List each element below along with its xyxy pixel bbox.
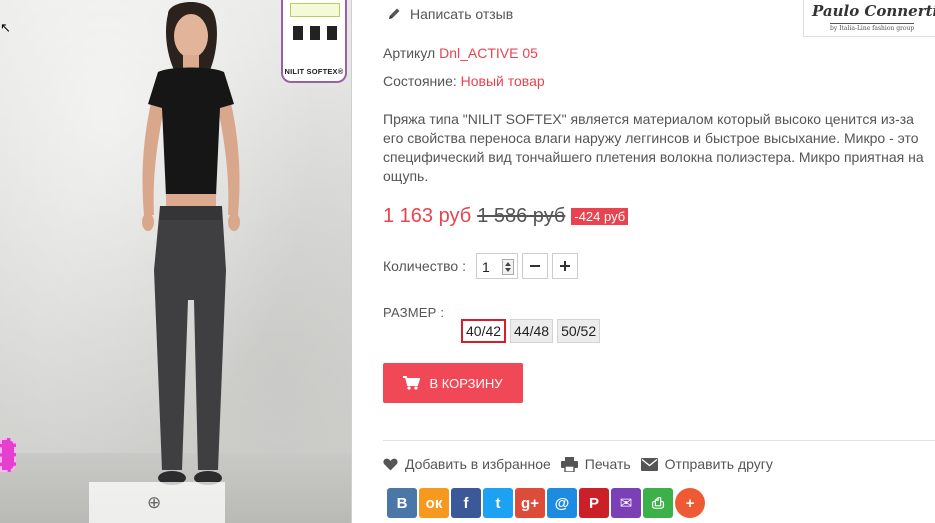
odnoklassniki-share-button[interactable]: ок (419, 488, 449, 518)
model-figure (142, 1, 240, 485)
condition-value: Новый товар (460, 73, 545, 89)
printer-icon (560, 456, 578, 472)
minus-icon (529, 265, 540, 267)
size-label: РАЗМЕР : (383, 305, 445, 320)
zoom-button[interactable]: ⊕ (89, 482, 225, 523)
add-to-cart-button[interactable]: В КОРЗИНУ (383, 363, 523, 403)
product-image[interactable]: NILIT SOFTEX® ⊕ ↖ (0, 0, 352, 523)
print-link[interactable]: Печать (560, 456, 631, 472)
print-icon: ⎙ (651, 494, 664, 512)
product-details: Написать отзыв Paulo Connerti by Italia-… (383, 0, 935, 523)
mail-ru-share-button[interactable]: @ (547, 488, 577, 518)
add-to-cart-label: В КОРЗИНУ (429, 375, 503, 391)
current-price: 1 163 руб (383, 205, 472, 227)
size-option[interactable]: 44/48 (510, 319, 554, 343)
article-value: Dnl_ACTIVE 05 (439, 45, 538, 61)
mouse-cursor-icon: ↖ (0, 20, 11, 35)
mail-ru-icon: @ (554, 494, 570, 512)
write-review-label: Написать отзыв (410, 6, 514, 22)
brand-logo[interactable]: Paulo Connerti by Italia-Line fashion gr… (803, 0, 935, 37)
product-actions: Добавить в избранное Печать Отправить др… (383, 456, 783, 472)
send-to-friend-link[interactable]: Отправить другу (640, 456, 773, 472)
brand-logo-name: Paulo Connerti (812, 2, 935, 20)
pinterest-share-button[interactable]: P (579, 488, 609, 518)
price-row: 1 163 руб 1 586 руб -424 руб (383, 205, 629, 228)
add-to-wishlist-link[interactable]: Добавить в избранное (383, 456, 551, 472)
facebook-icon: f (463, 494, 469, 512)
old-price: 1 586 руб (477, 205, 566, 227)
google-plus-icon: g+ (521, 494, 539, 512)
quantity-row: Количество : 1 (383, 253, 578, 279)
care-icons (291, 22, 339, 48)
google-plus-share-button[interactable]: g+ (515, 488, 545, 518)
write-review-link[interactable]: Написать отзыв (387, 6, 513, 22)
fabric-brand: NILIT SOFTEX® (284, 67, 344, 76)
size-option[interactable]: 40/42 (461, 319, 507, 343)
wishlist-label: Добавить в избранное (405, 456, 551, 472)
pencil-icon (389, 8, 400, 19)
more-share-button[interactable]: + (675, 488, 705, 518)
email-share-button[interactable]: ✉ (611, 488, 641, 518)
size-option[interactable]: 50/52 (557, 319, 601, 343)
odnoklassniki-icon: ок (425, 494, 443, 512)
fabric-label-tag: NILIT SOFTEX® (281, 0, 347, 83)
print-share-button[interactable]: ⎙ (643, 488, 673, 518)
section-divider (383, 440, 935, 441)
discount-badge: -424 руб (571, 208, 629, 225)
pinterest-icon: P (588, 494, 599, 512)
send-to-friend-label: Отправить другу (664, 456, 773, 472)
size-options: 40/42 44/48 50/52 (461, 319, 601, 343)
article-row: Артикул Dnl_ACTIVE 05 (383, 45, 538, 61)
quantity-input[interactable]: 1 (475, 253, 518, 279)
certification-box (290, 3, 340, 17)
quantity-spinner[interactable] (501, 259, 514, 275)
vkontakte-share-button[interactable]: В (387, 488, 417, 518)
article-label: Артикул (383, 45, 436, 61)
image-divider (351, 0, 352, 523)
twitter-share-button[interactable]: t (483, 488, 513, 518)
vkontakte-icon: В (396, 494, 408, 512)
share-buttons: Вок f t g+ @ P ✉ ⎙ + (387, 488, 705, 518)
facebook-share-button[interactable]: f (451, 488, 481, 518)
more-icon: + (685, 494, 695, 512)
brand-logo-tagline: by Italia-Line fashion group (830, 23, 915, 32)
condition-row: Состояние: Новый товар (383, 73, 545, 89)
twitter-icon: t (495, 494, 501, 512)
heart-icon (383, 458, 398, 470)
cart-icon (403, 376, 421, 390)
email-icon: ✉ (619, 495, 633, 512)
side-tab[interactable] (0, 438, 16, 472)
decrease-quantity-button[interactable] (521, 253, 548, 279)
increase-quantity-button[interactable] (551, 253, 578, 279)
print-label: Печать (584, 456, 631, 472)
condition-label: Состояние: (383, 73, 457, 89)
quantity-value: 1 (481, 259, 490, 275)
quantity-label: Количество : (383, 258, 466, 274)
product-description: Пряжа типа "NILIT SOFTEX" является матер… (383, 111, 924, 184)
envelope-icon (640, 457, 658, 471)
zoom-icon: ⊕ (147, 493, 162, 512)
plus-icon-vertical (563, 261, 566, 271)
